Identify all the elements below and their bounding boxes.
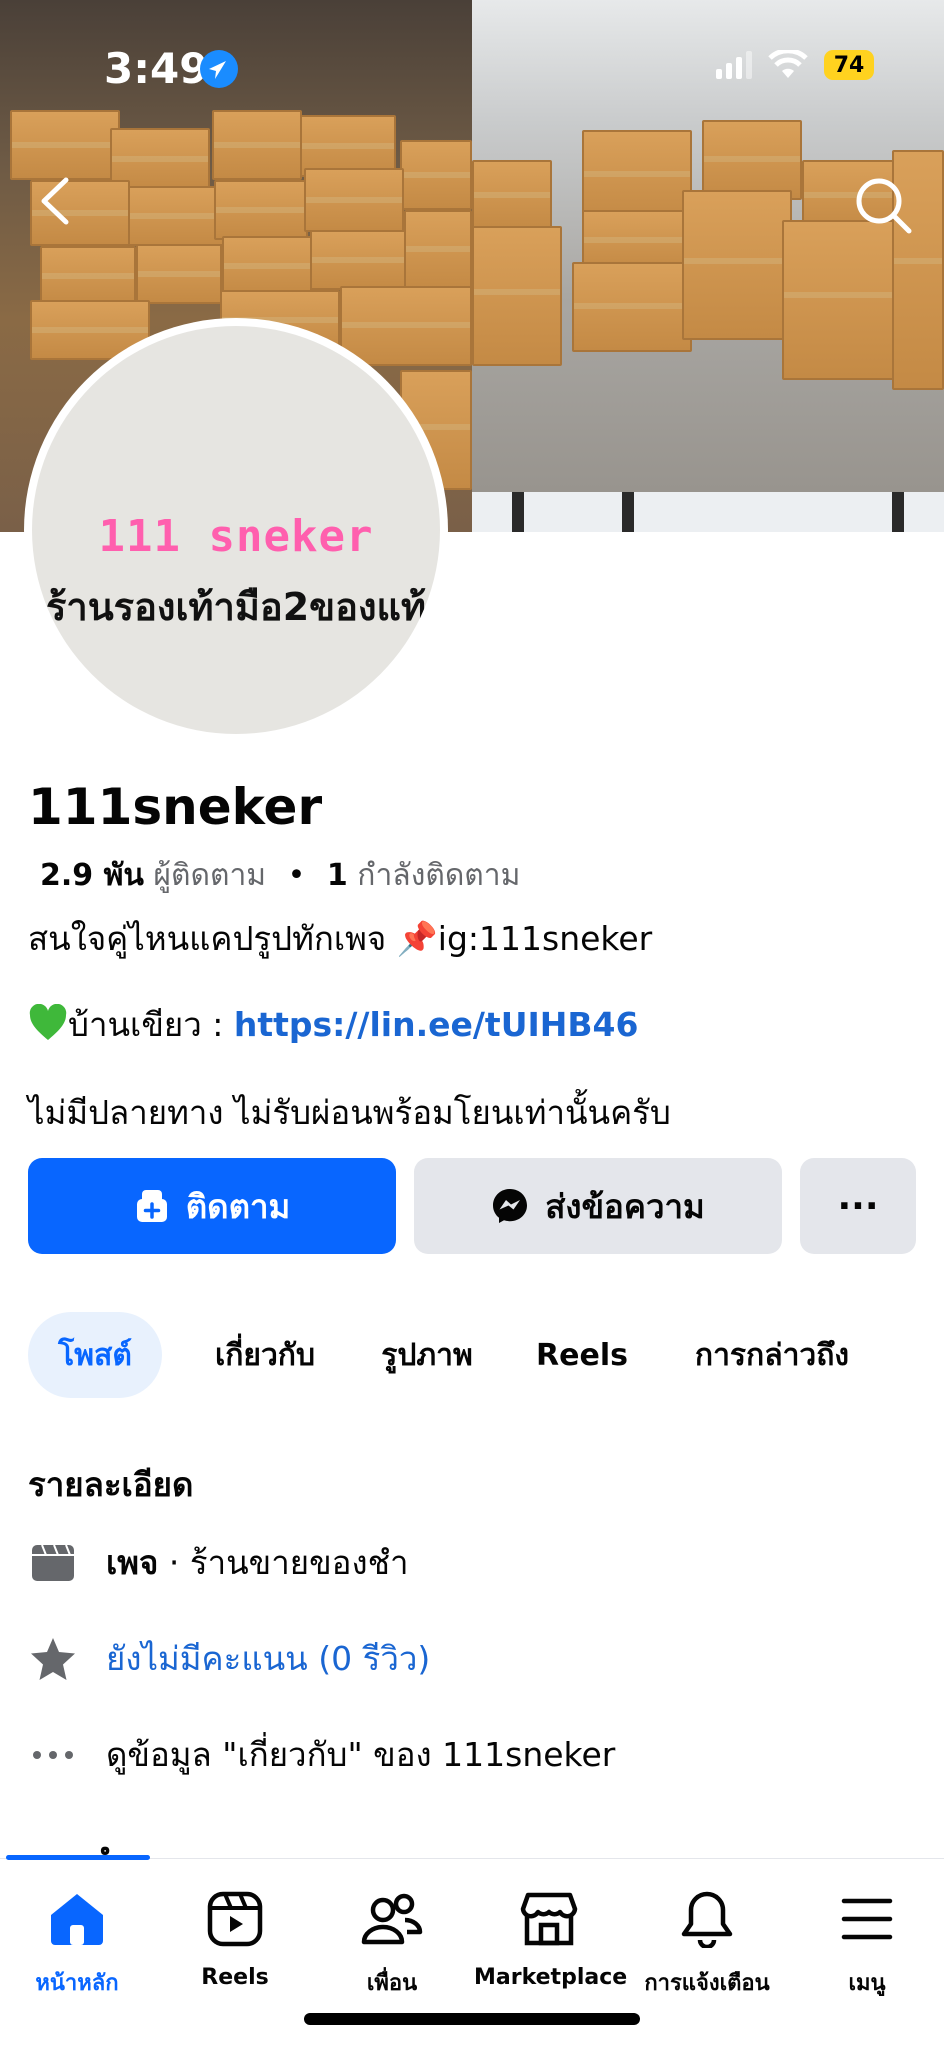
bio-line-2-prefix: บ้านเขียว : bbox=[68, 1005, 234, 1044]
marketplace-icon bbox=[520, 1892, 578, 1946]
avatar-image: 111 sneker ร้านรองเท้ามือ2ของแท้ bbox=[32, 326, 440, 734]
search-icon[interactable] bbox=[852, 174, 914, 236]
following-count[interactable]: 1 bbox=[327, 858, 348, 893]
tab-mentions[interactable]: การกล่าวถึง bbox=[682, 1312, 862, 1398]
box bbox=[136, 244, 222, 304]
detail-rating[interactable]: ยังไม่มีคะแนน (0 รีวิว) bbox=[28, 1632, 430, 1685]
box bbox=[400, 140, 472, 210]
green-heart-icon bbox=[28, 1003, 68, 1050]
follow-button[interactable]: ติดตาม bbox=[28, 1158, 396, 1254]
reels-icon bbox=[207, 1891, 263, 1947]
tab-reels[interactable]: Reels bbox=[532, 1312, 632, 1398]
cover-photo-strip bbox=[472, 492, 944, 532]
message-button-label: ส่งข้อความ bbox=[545, 1186, 705, 1226]
status-time: 3:49 bbox=[104, 44, 209, 93]
box bbox=[472, 160, 552, 230]
box bbox=[128, 186, 224, 246]
box bbox=[310, 230, 406, 290]
nav-home-label: หน้าหลัก bbox=[35, 1971, 119, 1996]
box bbox=[304, 168, 404, 232]
friends-icon bbox=[361, 1893, 423, 1945]
nav-reels-label: Reels bbox=[201, 1965, 269, 1990]
hamburger-menu-icon bbox=[841, 1898, 893, 1940]
cellular-signal-icon bbox=[716, 51, 752, 79]
box bbox=[212, 110, 302, 180]
box bbox=[40, 246, 136, 306]
tab-posts[interactable]: โพสต์ bbox=[28, 1312, 162, 1398]
avatar-subtitle: ร้านรองเท้ามือ2ของแท้ bbox=[45, 585, 427, 629]
star-icon bbox=[28, 1634, 78, 1684]
back-arrow-icon[interactable] bbox=[30, 174, 84, 228]
category-name: · ร้านขายของชำ bbox=[158, 1543, 409, 1582]
bio-line-2: บ้านเขียว : https://lin.ee/tUIHB46 bbox=[28, 998, 638, 1051]
home-icon bbox=[51, 1894, 103, 1945]
active-tab-indicator bbox=[6, 1855, 150, 1860]
about-link-text[interactable]: ดูข้อมูล "เกี่ยวกับ" ของ 111sneker bbox=[106, 1728, 615, 1781]
page-name: 111sneker bbox=[28, 778, 323, 836]
box bbox=[682, 190, 792, 340]
detail-category: เพจ · ร้านขายของชำ bbox=[28, 1536, 409, 1589]
home-indicator[interactable] bbox=[304, 2013, 640, 2025]
pole bbox=[512, 492, 524, 532]
line-link[interactable]: https://lin.ee/tUIHB46 bbox=[234, 1005, 639, 1044]
followers-count[interactable]: 2.9 พัน bbox=[40, 858, 144, 893]
profile-avatar[interactable]: 111 sneker ร้านรองเท้ามือ2ของแท้ bbox=[24, 318, 448, 742]
nav-menu-label: เมนู bbox=[848, 1971, 886, 1996]
box bbox=[582, 130, 692, 220]
nav-home[interactable]: หน้าหลัก bbox=[2, 1883, 152, 2000]
nav-notifications-label: การแจ้งเตือน bbox=[644, 1971, 770, 1996]
bell-icon bbox=[681, 1891, 733, 1948]
nav-marketplace-label: Marketplace bbox=[474, 1965, 628, 1990]
following-label[interactable]: กำลังติดตาม bbox=[357, 858, 520, 893]
detail-about[interactable]: ดูข้อมูล "เกี่ยวกับ" ของ 111sneker bbox=[28, 1728, 615, 1781]
wifi-icon bbox=[768, 50, 808, 78]
nav-friends[interactable]: เพื่อน bbox=[317, 1883, 467, 2000]
category-icon bbox=[28, 1538, 78, 1588]
location-arrow-icon bbox=[200, 50, 238, 88]
box bbox=[702, 120, 802, 200]
status-icons: 74 bbox=[716, 50, 874, 80]
box bbox=[572, 262, 692, 352]
box bbox=[404, 210, 472, 290]
bio-line-1: สนใจคู่ไหนแคปรูปทักเพจ 📌ig:111sneker bbox=[28, 919, 653, 958]
details-title: รายละเอียด bbox=[28, 1465, 194, 1504]
avatar-title: 111 sneker bbox=[98, 511, 374, 562]
box bbox=[222, 236, 312, 296]
nav-reels[interactable]: Reels bbox=[160, 1883, 310, 1990]
follow-stats: 2.9 พัน ผู้ติดตาม • 1 กำลังติดตาม bbox=[40, 852, 520, 899]
rating-text[interactable]: ยังไม่มีคะแนน (0 รีวิว) bbox=[106, 1632, 430, 1685]
box bbox=[214, 180, 308, 240]
category-type: เพจ bbox=[106, 1543, 159, 1582]
nav-friends-label: เพื่อน bbox=[366, 1971, 418, 1996]
separator-dot: • bbox=[287, 858, 306, 893]
followers-label[interactable]: ผู้ติดตาม bbox=[153, 858, 266, 893]
box bbox=[782, 220, 902, 380]
pole bbox=[892, 492, 904, 532]
tab-about[interactable]: เกี่ยวกับ bbox=[190, 1312, 340, 1398]
battery-indicator: 74 bbox=[824, 50, 874, 80]
box bbox=[472, 226, 562, 366]
pole bbox=[622, 492, 634, 532]
bio-line-3: ไม่มีปลายทาง ไม่รับผ่อนพร้อมโยนเท่านั้นค… bbox=[28, 1093, 671, 1132]
follow-button-label: ติดตาม bbox=[185, 1186, 291, 1226]
messenger-icon bbox=[493, 1189, 528, 1223]
more-dots-icon: ··· bbox=[837, 1185, 879, 1227]
profile-tabs: โพสต์ เกี่ยวกับ รูปภาพ Reels การกล่าวถึง bbox=[28, 1312, 862, 1398]
follow-icon bbox=[136, 1190, 167, 1222]
more-options-button[interactable]: ··· bbox=[800, 1158, 916, 1254]
box bbox=[10, 110, 120, 180]
nav-menu[interactable]: เมนู bbox=[792, 1883, 942, 2000]
message-button[interactable]: ส่งข้อความ bbox=[414, 1158, 782, 1254]
nav-marketplace[interactable]: Marketplace bbox=[474, 1883, 628, 1990]
tab-photos[interactable]: รูปภาพ bbox=[362, 1312, 492, 1398]
box bbox=[340, 286, 472, 366]
more-horizontal-icon bbox=[28, 1730, 78, 1780]
nav-notifications[interactable]: การแจ้งเตือน bbox=[632, 1883, 782, 2000]
